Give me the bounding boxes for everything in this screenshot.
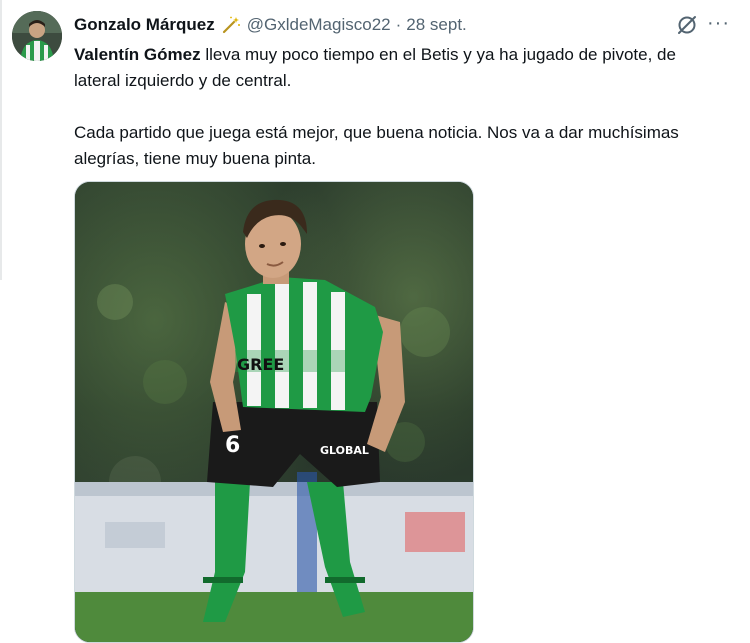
more-options-button[interactable]: ··· — [707, 12, 730, 35]
shirt-number: 6 — [225, 433, 240, 458]
author-name[interactable]: Gonzalo Márquez — [74, 15, 215, 35]
author-handle[interactable]: @GxldeMagisco22 — [247, 15, 391, 35]
grok-icon[interactable] — [676, 14, 698, 36]
avatar[interactable] — [12, 11, 62, 61]
divider — [0, 0, 2, 280]
separator: · — [395, 15, 402, 34]
tweet-media-image[interactable]: 6 GLOBAL GREE — [74, 181, 474, 643]
tweet-text: Valentín Gómez lleva muy poco tiempo en … — [74, 42, 724, 172]
tweet-text-paragraph2: Cada partido que juega está mejor, que b… — [74, 123, 679, 168]
mention-text: Valentín Gómez — [74, 45, 201, 64]
shirt-sponsor: GREE — [237, 355, 284, 374]
tweet-date[interactable]: 28 sept. — [406, 15, 467, 35]
magic-wand-icon — [221, 15, 241, 35]
tweet-header: Gonzalo Márquez @GxldeMagisco22 · 28 sep… — [74, 12, 730, 38]
shorts-sponsor: GLOBAL — [320, 444, 369, 457]
tweet-card[interactable]: Gonzalo Márquez @GxldeMagisco22 · 28 sep… — [0, 0, 750, 643]
